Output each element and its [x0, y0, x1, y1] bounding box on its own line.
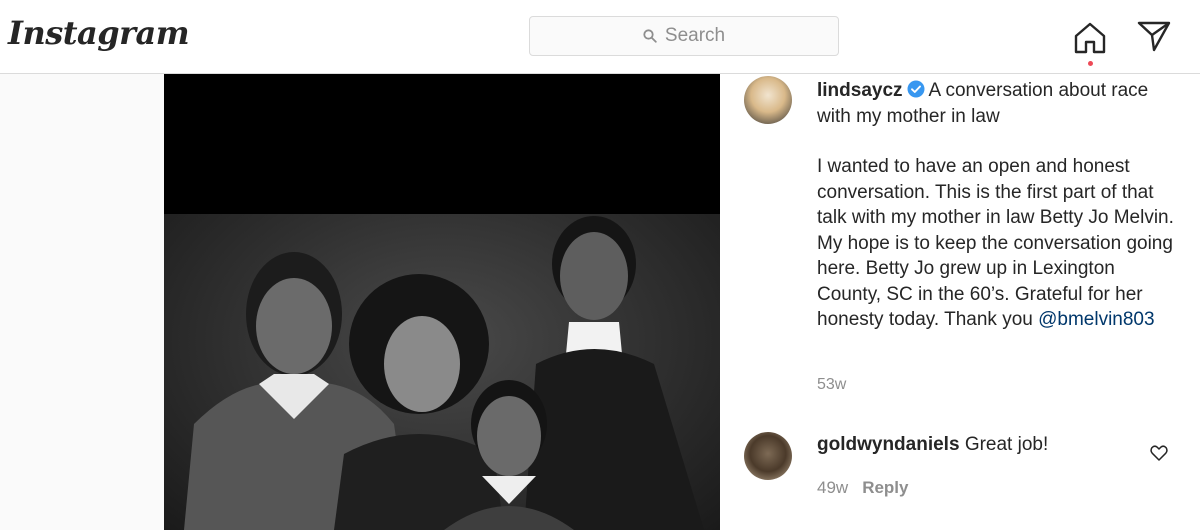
caption-body: I wanted to have an open and honest conv…	[817, 156, 1174, 330]
home-icon[interactable]	[1072, 20, 1108, 56]
post-caption: lindsaycz A conversation about race with…	[817, 78, 1177, 333]
comment-meta: 49w Reply	[817, 478, 908, 498]
commenter-username[interactable]: goldwyndaniels	[817, 434, 960, 455]
search-icon	[643, 29, 657, 43]
author-avatar[interactable]	[744, 76, 792, 124]
comment: goldwyndaniels Great job!	[817, 434, 1048, 456]
direct-message-icon[interactable]	[1136, 20, 1172, 52]
top-navigation-bar: Instagram Search	[0, 0, 1200, 74]
search-placeholder: Search	[664, 25, 726, 46]
author-username[interactable]: lindsaycz	[817, 80, 903, 101]
like-heart-icon[interactable]	[1150, 444, 1168, 462]
reply-button[interactable]: Reply	[862, 478, 908, 497]
post-media[interactable]	[164, 74, 720, 530]
verified-badge-icon	[907, 80, 925, 98]
mention-link[interactable]: @bmelvin803	[1038, 309, 1154, 330]
commenter-avatar[interactable]	[744, 432, 792, 480]
comment-text: Great job!	[964, 434, 1049, 455]
family-photo	[164, 214, 720, 530]
comment-timestamp[interactable]: 49w	[817, 478, 848, 497]
photo-silhouettes	[184, 216, 704, 530]
instagram-logo[interactable]: Instagram	[8, 14, 190, 52]
notification-dot	[1088, 61, 1093, 66]
search-box[interactable]: Search	[529, 16, 839, 56]
post-timestamp[interactable]: 53w	[817, 376, 846, 394]
